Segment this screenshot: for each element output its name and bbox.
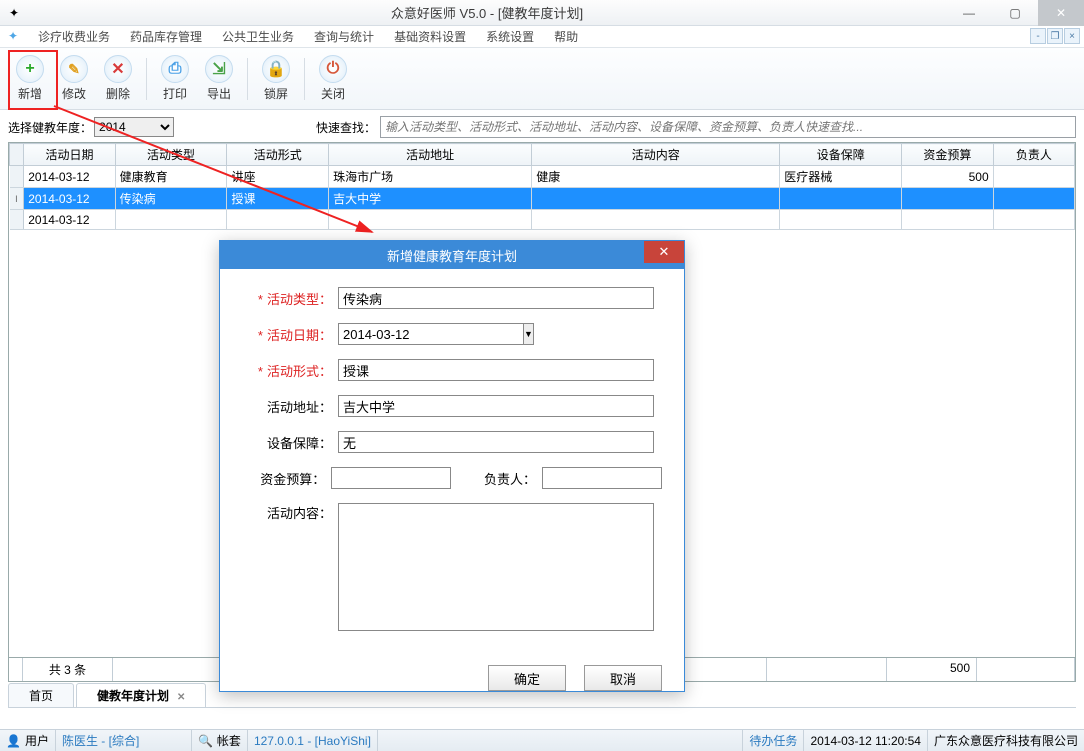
menu-item-0[interactable]: 诊疗收费业务 [28, 28, 120, 45]
toolbar-lock[interactable]: 🔒锁屏 [254, 51, 298, 107]
status-user: 陈医生 - [综合] [56, 730, 192, 751]
menu-item-6[interactable]: 帮助 [544, 28, 588, 45]
col-owner[interactable]: 负责人 [993, 144, 1074, 166]
col-form[interactable]: 活动形式 [227, 144, 329, 166]
lock-icon: 🔒 [262, 55, 290, 83]
delete-icon: ✕ [104, 55, 132, 83]
menubar: ✦ 诊疗收费业务 药品库存管理 公共卫生业务 查询与统计 基础资料设置 系统设置… [0, 26, 1084, 48]
col-date[interactable]: 活动日期 [24, 144, 115, 166]
tab-active[interactable]: 健教年度计划✕ [76, 683, 206, 707]
table-row[interactable]: 2014-03-12 [10, 210, 1075, 230]
dialog-title: 新增健康教育年度计划 [387, 246, 517, 265]
chevron-down-icon[interactable]: ▼ [523, 323, 534, 345]
filter-bar: 选择健教年度： 2014 快速查找： [0, 114, 1084, 140]
add-plan-dialog: 新增健康教育年度计划 ✕ *活动类型： *活动日期： ▼ *活动形式： 活动地址… [219, 240, 685, 692]
toolbar-modify[interactable]: ✎修改 [52, 51, 96, 107]
field-addr[interactable] [338, 395, 654, 417]
menu-item-1[interactable]: 药品库存管理 [120, 28, 212, 45]
mdi-minimize[interactable]: - [1030, 28, 1046, 44]
ok-button[interactable]: 确定 [488, 665, 566, 691]
header-row: 活动日期 活动类型 活动形式 活动地址 活动内容 设备保障 资金预算 负责人 [10, 144, 1075, 166]
toolbar: +新增 ✎修改 ✕删除 ⎙打印 ⇲导出 🔒锁屏 ⏻关闭 [0, 48, 1084, 110]
window-title: 众意好医师 V5.0 - [健教年度计划] [28, 3, 946, 22]
mdi-close[interactable]: × [1064, 28, 1080, 44]
toolbar-export[interactable]: ⇲导出 [197, 51, 241, 107]
col-addr[interactable]: 活动地址 [329, 144, 532, 166]
window-maximize[interactable]: ▢ [992, 0, 1038, 26]
menu-item-3[interactable]: 查询与统计 [304, 28, 384, 45]
status-datetime: 2014-03-12 11:20:54 [804, 730, 928, 751]
toolbar-separator [247, 58, 248, 100]
tab-close-icon[interactable]: ✕ [177, 692, 185, 703]
menu-icon: ✦ [8, 29, 24, 45]
toolbar-separator [146, 58, 147, 100]
col-type[interactable]: 活动类型 [115, 144, 227, 166]
app-icon: ✦ [6, 5, 22, 21]
status-company: 广东众意医疗科技有限公司 [928, 730, 1084, 751]
field-content[interactable] [338, 503, 654, 631]
user-icon: 👤 [6, 734, 21, 748]
window-close[interactable]: ✕ [1038, 0, 1084, 26]
menu-item-2[interactable]: 公共卫生业务 [212, 28, 304, 45]
toolbar-delete[interactable]: ✕删除 [96, 51, 140, 107]
toolbar-close[interactable]: ⏻关闭 [311, 51, 355, 107]
quick-search-input[interactable] [380, 116, 1076, 138]
table-row[interactable]: 2014-03-12健康教育讲座 珠海市广场健康医疗器械 500 [10, 166, 1075, 188]
dialog-titlebar[interactable]: 新增健康教育年度计划 ✕ [220, 241, 684, 269]
field-equip[interactable] [338, 431, 654, 453]
year-label: 选择健教年度： [8, 119, 92, 136]
col-equip[interactable]: 设备保障 [780, 144, 902, 166]
status-todo[interactable]: 待办任务 [743, 730, 804, 751]
dialog-close[interactable]: ✕ [644, 241, 684, 263]
col-content[interactable]: 活动内容 [532, 144, 780, 166]
field-date[interactable] [338, 323, 523, 345]
print-icon: ⎙ [161, 55, 189, 83]
db-icon: 🔍 [198, 734, 213, 748]
toolbar-add[interactable]: +新增 [8, 51, 52, 107]
export-icon: ⇲ [205, 55, 233, 83]
toolbar-print[interactable]: ⎙打印 [153, 51, 197, 107]
menu-item-5[interactable]: 系统设置 [476, 28, 544, 45]
field-budget[interactable] [331, 467, 451, 489]
edit-icon: ✎ [60, 55, 88, 83]
summary-count: 共 3 条 [23, 658, 113, 681]
table-row[interactable]: I 2014-03-12传染病授课 吉大中学 [10, 188, 1075, 210]
field-form[interactable] [338, 359, 654, 381]
cancel-button[interactable]: 取消 [584, 665, 662, 691]
quick-search-label: 快速查找： [316, 119, 376, 136]
statusbar: 👤用户 陈医生 - [综合] 🔍帐套 127.0.0.1 - [HaoYiShi… [0, 729, 1084, 751]
mdi-restore[interactable]: ❐ [1047, 28, 1063, 44]
col-budget[interactable]: 资金预算 [902, 144, 993, 166]
toolbar-separator [304, 58, 305, 100]
window-minimize[interactable]: — [946, 0, 992, 26]
summary-budget: 500 [887, 658, 977, 681]
close-icon: ⏻ [319, 55, 347, 83]
field-owner[interactable] [542, 467, 662, 489]
titlebar: ✦ 众意好医师 V5.0 - [健教年度计划] — ▢ ✕ [0, 0, 1084, 26]
tab-home[interactable]: 首页 [8, 683, 74, 707]
plus-icon: + [16, 55, 44, 83]
menu-item-4[interactable]: 基础资料设置 [384, 28, 476, 45]
field-type[interactable] [338, 287, 654, 309]
status-db: 127.0.0.1 - [HaoYiShi] [248, 730, 378, 751]
year-select[interactable]: 2014 [94, 117, 174, 137]
